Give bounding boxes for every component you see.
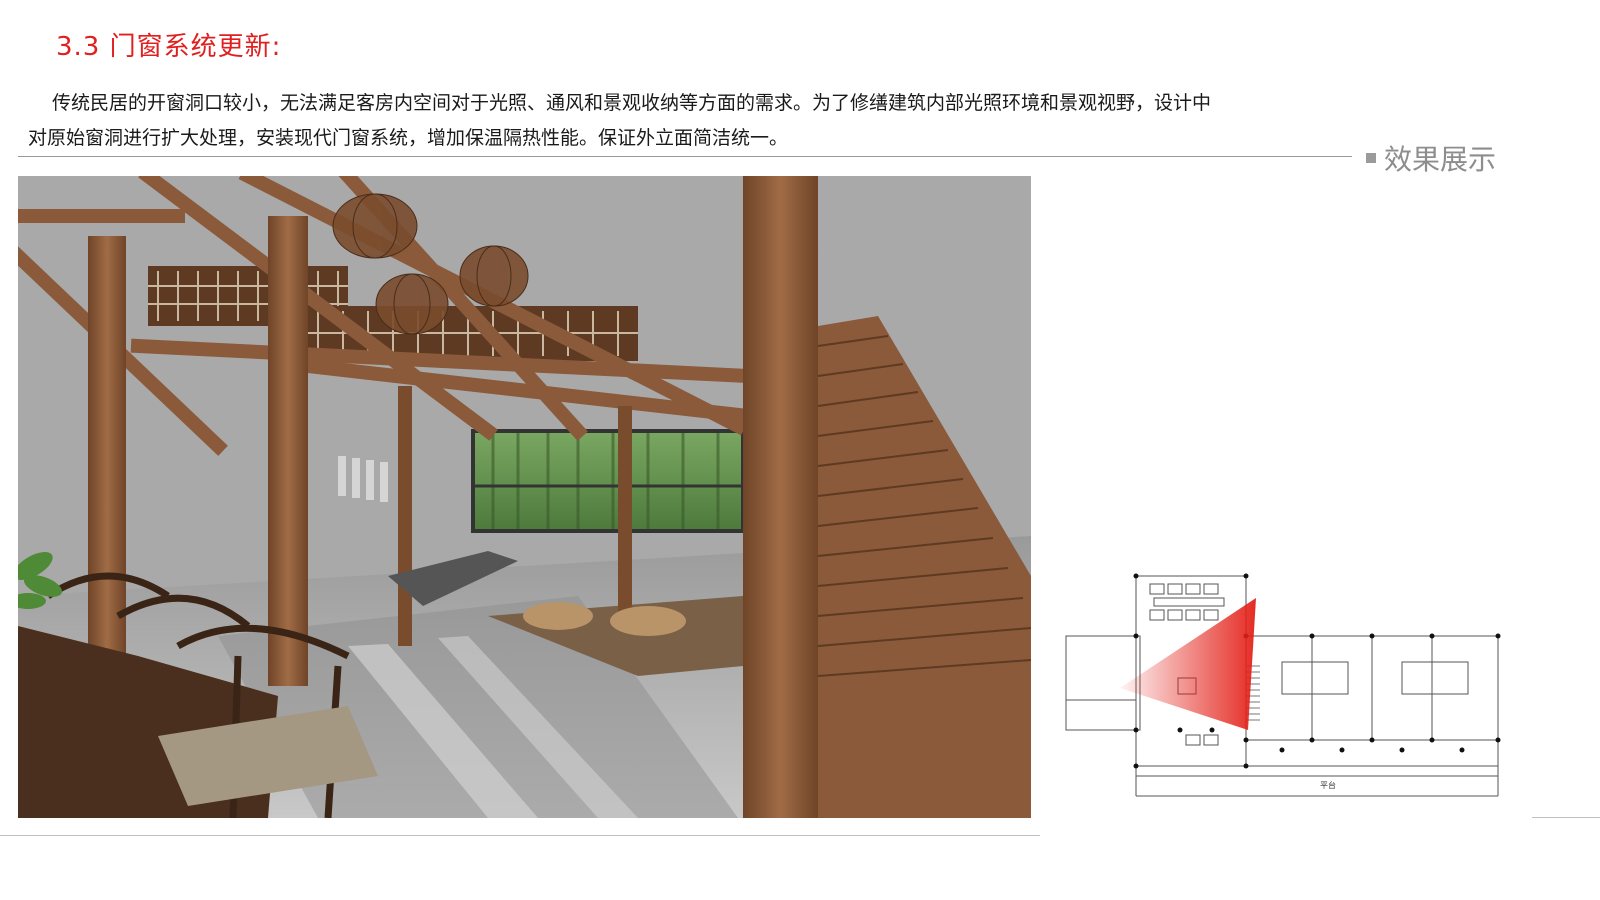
platform-label: 平台 xyxy=(1320,780,1336,790)
showcase-label: 效果展示 xyxy=(1384,143,1497,176)
footer-divider-right xyxy=(1532,817,1600,818)
section-title: 3.3 门窗系统更新: xyxy=(56,32,282,62)
footer-divider-left xyxy=(0,835,1040,836)
floor-plan-drawing: 平台 xyxy=(1065,573,1501,797)
header-divider xyxy=(18,156,1352,157)
floor-plan: 平台 xyxy=(1062,570,1502,800)
showcase-heading: 效果展示 xyxy=(1366,138,1496,178)
square-bullet-icon xyxy=(1366,153,1376,163)
intro-paragraph: 传统民居的开窗洞口较小，无法满足客房内空间对于光照、通风和景观收纳等方面的需求。… xyxy=(28,92,1212,149)
interior-rendering-illustration xyxy=(18,176,1031,818)
interior-rendering xyxy=(18,176,1031,818)
